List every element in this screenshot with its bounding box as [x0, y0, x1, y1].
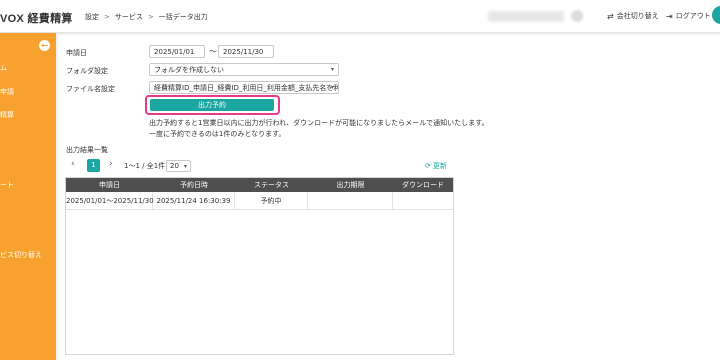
- top-bar: VOX 経費精算 設定 > サービス > 一括データ出力 ⇄ 会社切り替え ⇥ …: [0, 0, 720, 33]
- column-header-deadline: 出力期限: [336, 181, 365, 189]
- date-label: 申請日: [66, 49, 87, 57]
- cell-reserved-at: 2025/11/24 16:30:39: [153, 192, 235, 210]
- reserve-button-highlight: 出力予約: [145, 95, 280, 115]
- reserve-note-1: 出力予約すると1営業日以内に出力が行われ、ダウンロードが可能になりましたらメール…: [149, 119, 489, 127]
- column-header-date: 申請日: [99, 181, 120, 189]
- user-name-redacted: [488, 11, 564, 22]
- breadcrumb-settings[interactable]: 設定: [85, 12, 99, 22]
- cell-download: [393, 192, 453, 210]
- refresh-icon: ⟳: [425, 162, 431, 170]
- pager-prev-icon[interactable]: ‹: [71, 159, 75, 169]
- table-row: 2025/01/01〜2025/11/30 2025/11/24 16:30:3…: [66, 192, 453, 210]
- reserve-note-2: 一度に予約できるのは1件のみとなります。: [149, 130, 286, 138]
- filename-select[interactable]: 経費精算ID_申請日_経費ID_利用日_利用金額_支払先名を利用 ▾: [149, 81, 339, 94]
- avatar[interactable]: [571, 10, 583, 22]
- cell-period: 2025/01/01〜2025/11/30: [66, 192, 154, 210]
- sidebar-item-home[interactable]: ム: [0, 63, 7, 73]
- refresh-button[interactable]: ⟳ 更新: [425, 161, 447, 171]
- sidebar: ← ム 申請 精算 ート ビス切り替え: [0, 33, 56, 360]
- chevron-down-icon: ▾: [330, 84, 334, 91]
- pager-summary: 1〜1 / 全1件: [124, 162, 166, 170]
- breadcrumb-current: 一括データ出力: [158, 13, 208, 21]
- filename-label: ファイル名設定: [66, 85, 115, 93]
- app-logo[interactable]: VOX 経費精算: [0, 10, 73, 26]
- pager-current-page[interactable]: 1: [87, 159, 100, 172]
- folder-select[interactable]: フォルダを作成しない ▾: [149, 63, 339, 76]
- folder-select-value: フォルダを作成しない: [154, 66, 224, 74]
- reserve-output-button[interactable]: 出力予約: [150, 99, 274, 111]
- date-from-input[interactable]: 2025/01/01: [149, 45, 205, 58]
- switch-icon: ⇄: [607, 11, 614, 21]
- page-size-select[interactable]: 20 ▾: [166, 160, 191, 172]
- chevron-down-icon: ▾: [183, 163, 187, 170]
- sidebar-item-settlement[interactable]: 精算: [0, 110, 14, 120]
- table-header: 申請日 予約日時 ステータス 出力期限 ダウンロード: [66, 178, 453, 192]
- date-range-tilde: 〜: [209, 47, 217, 56]
- breadcrumb: 設定 > サービス > 一括データ出力: [85, 12, 208, 22]
- column-header-status: ステータス: [254, 181, 289, 189]
- breadcrumb-separator: >: [147, 13, 154, 21]
- filename-select-value: 経費精算ID_申請日_経費ID_利用日_利用金額_支払先名を利用: [154, 84, 339, 92]
- logout-icon: ⇥: [666, 11, 673, 21]
- column-header-download: ダウンロード: [402, 181, 444, 189]
- chevron-down-icon: ▾: [330, 66, 334, 73]
- column-header-reserved-at: 予約日時: [180, 181, 208, 189]
- logo-text: VOX: [0, 13, 25, 25]
- help-icon[interactable]: [712, 6, 720, 24]
- date-to-input[interactable]: 2025/11/30: [218, 45, 274, 58]
- sidebar-item-service-switch[interactable]: ビス切り替え: [0, 250, 42, 260]
- cell-deadline: [308, 192, 393, 210]
- logout-label: ログアウト: [675, 12, 711, 20]
- sidebar-item-application[interactable]: 申請: [0, 87, 14, 97]
- breadcrumb-service[interactable]: サービス: [115, 12, 143, 22]
- page-size-value: 20: [170, 162, 179, 170]
- results-table: 申請日 予約日時 ステータス 出力期限 ダウンロード 2025/01/01〜20…: [65, 177, 454, 355]
- cell-status: 予約中: [235, 192, 308, 210]
- logo-subtitle: 経費精算: [27, 13, 73, 25]
- refresh-label: 更新: [432, 162, 447, 170]
- logout-button[interactable]: ⇥ ログアウト: [666, 11, 711, 21]
- switch-company-button[interactable]: ⇄ 会社切り替え: [607, 11, 659, 21]
- sidebar-item-report[interactable]: ート: [0, 180, 14, 190]
- folder-label: フォルダ設定: [66, 67, 108, 75]
- pager-next-icon[interactable]: ›: [109, 159, 113, 169]
- collapse-sidebar-icon[interactable]: ←: [39, 40, 50, 51]
- results-title: 出力結果一覧: [66, 146, 108, 154]
- switch-company-label: 会社切り替え: [616, 12, 659, 20]
- breadcrumb-separator: >: [104, 13, 110, 21]
